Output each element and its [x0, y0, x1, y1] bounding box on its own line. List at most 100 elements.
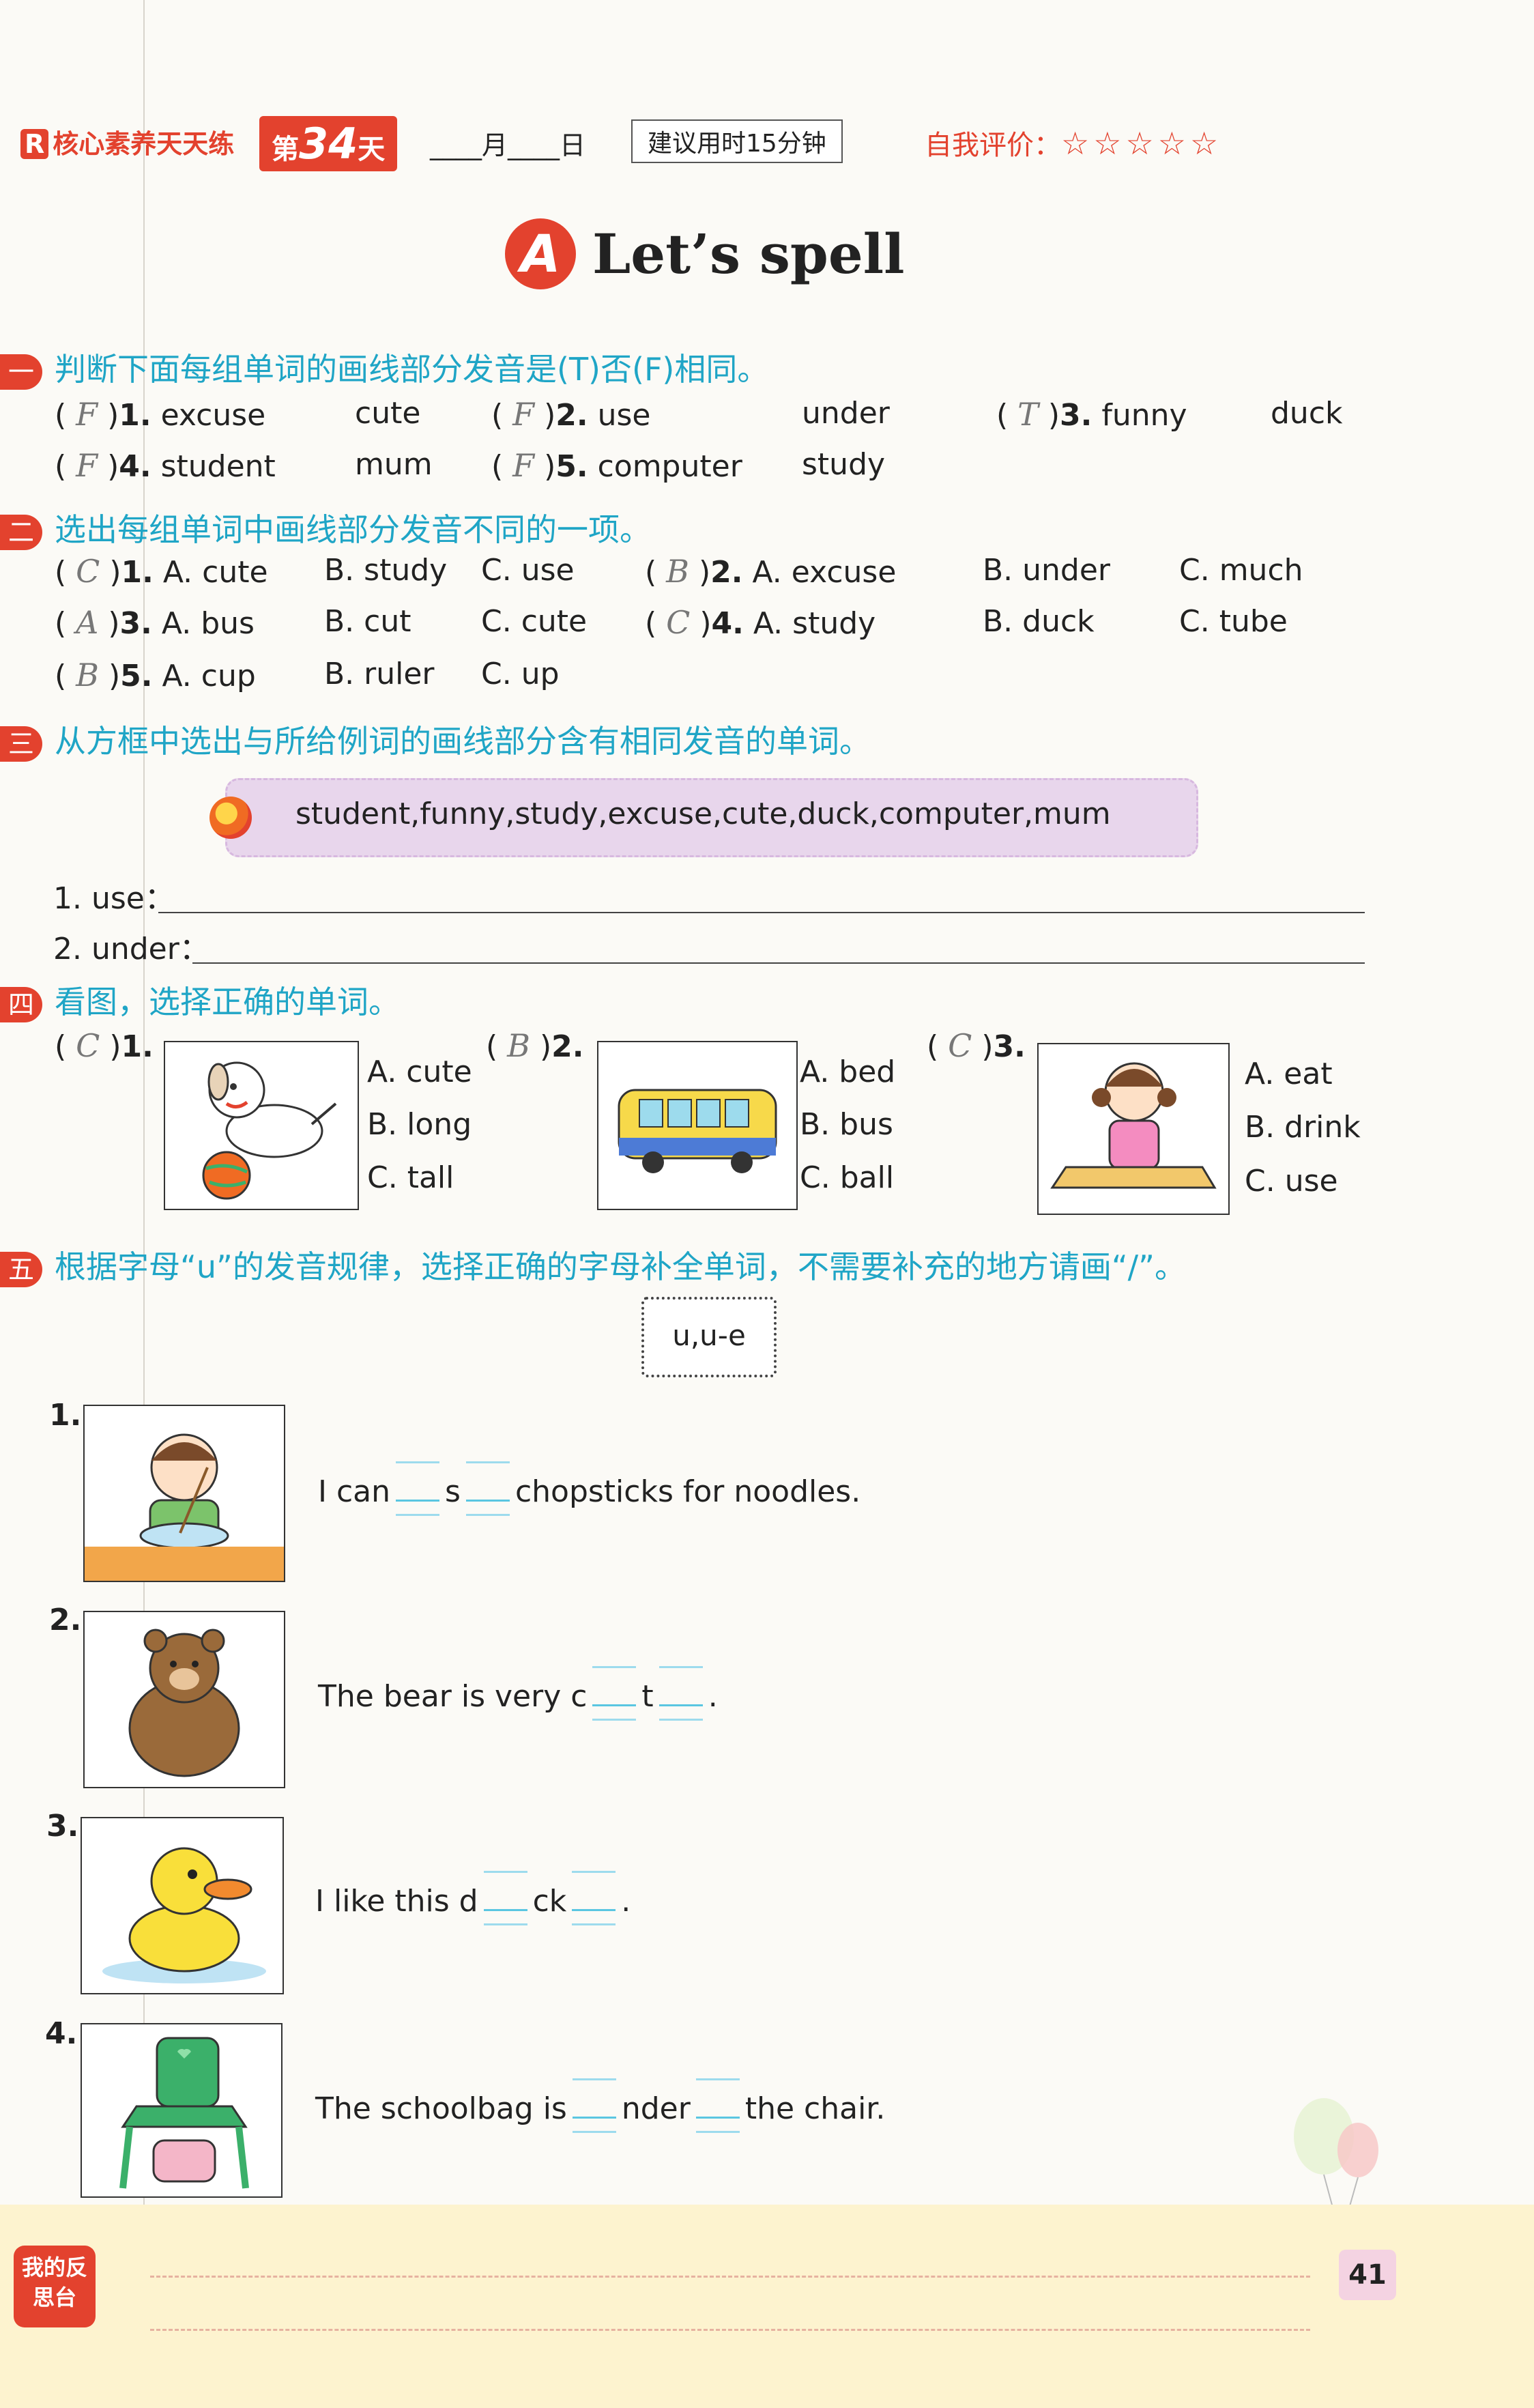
option: C. much: [1179, 553, 1303, 588]
option: C. up: [481, 657, 560, 691]
part1-q2-word2: under: [802, 396, 890, 431]
part1-title: 一判断下面每组单词的画线部分发音是(T)否(F)相同。: [0, 345, 768, 390]
item-number: 3.: [46, 1809, 79, 1844]
option: C. cute: [481, 604, 588, 639]
answer[interactable]: F: [512, 447, 534, 484]
brand-badge: R: [20, 129, 49, 159]
option: A. eat: [1245, 1057, 1333, 1091]
letter-blank[interactable]: [592, 1666, 637, 1721]
option: C. use: [1245, 1164, 1338, 1199]
part2-q2: ( B )2. A. excuse: [645, 553, 897, 590]
part1-q4: ( F )4. student: [55, 447, 276, 484]
star-rating[interactable]: ☆☆☆☆☆: [1061, 125, 1222, 162]
part3-q1-label: 1. use：: [53, 881, 175, 916]
chair-image: [81, 2023, 283, 2198]
option: C. ball: [800, 1160, 895, 1195]
answer[interactable]: C: [76, 553, 100, 590]
item-number: 1.: [49, 1398, 82, 1433]
dog-image: [164, 1041, 359, 1210]
brand-text: 核心素养天天练: [53, 129, 235, 159]
section-a-header: A Let’s spell: [505, 218, 905, 289]
dog-icon: [202, 1061, 337, 1200]
option: C. tube: [1179, 604, 1288, 639]
item-number: 2.: [49, 1603, 82, 1637]
option: B. study: [324, 553, 448, 588]
reflection-line[interactable]: [150, 2276, 1310, 2278]
day-badge: 第34天: [259, 116, 398, 171]
self-rating: 自我评价：☆☆☆☆☆: [925, 125, 1223, 162]
option: B. cut: [324, 604, 411, 639]
bear-icon: [128, 1629, 240, 1777]
date-field: ____月____日: [430, 130, 586, 160]
letter-blank[interactable]: [572, 2078, 616, 2133]
part2-q5: ( B )5. A. cup: [55, 657, 256, 693]
answer[interactable]: B: [76, 657, 99, 693]
footer-band: [0, 2205, 1534, 2408]
part2-q4: ( C )4. A. study: [645, 604, 876, 641]
part1-q5-word2: study: [802, 447, 886, 482]
option: B. drink: [1245, 1110, 1361, 1145]
part3-q2-label: 2. under：: [53, 932, 209, 966]
sentence-3: I like this d ck.: [315, 1871, 631, 1925]
part4-q2: ( B )2.: [486, 1027, 584, 1064]
part2-q1: ( C )1. A. cute: [55, 553, 268, 590]
answer-line[interactable]: [192, 962, 1365, 964]
answer[interactable]: F: [76, 396, 98, 433]
bear-image: [83, 1611, 285, 1788]
letter-blank[interactable]: [659, 1666, 703, 1721]
bus-image: [597, 1041, 798, 1210]
girl-cutting-image: [1037, 1043, 1230, 1215]
part2-title: 二选出每组单词中画线部分发音不同的一项。: [0, 505, 651, 550]
answer[interactable]: B: [507, 1027, 530, 1064]
page-number: 41: [1339, 2250, 1396, 2300]
part2-q3: ( A )3. A. bus: [55, 604, 255, 641]
letter-options-box: u,u-e: [641, 1297, 777, 1377]
answer[interactable]: C: [76, 1027, 100, 1064]
suggested-time: 建议用时15分钟: [631, 119, 843, 163]
duck-image: [81, 1817, 284, 1994]
letter-blank[interactable]: [695, 2078, 740, 2133]
option: B. under: [983, 553, 1111, 588]
sentence-4: The schoolbag is nder the chair.: [315, 2078, 886, 2133]
sentence-1: I can s chopsticks for noodles.: [318, 1461, 861, 1516]
chair-icon: [119, 2037, 249, 2189]
answer[interactable]: A: [76, 604, 98, 641]
reflection-label: 我的反思台: [14, 2246, 96, 2327]
option: A. cute: [367, 1055, 472, 1089]
section-a-badge: A: [505, 218, 576, 289]
sentence-2: The bear is very ct.: [318, 1666, 718, 1721]
brand: R 核心素养天天练: [20, 123, 234, 160]
section-a-title: Let’s spell: [592, 222, 905, 286]
reflection-line[interactable]: [150, 2329, 1310, 2331]
answer[interactable]: F: [76, 447, 98, 484]
answer[interactable]: B: [666, 553, 689, 590]
answer[interactable]: C: [948, 1027, 972, 1064]
answer[interactable]: T: [1017, 396, 1039, 433]
part4-q3: ( C )3.: [927, 1027, 1026, 1064]
letter-blank[interactable]: [572, 1871, 616, 1925]
answer[interactable]: C: [666, 604, 690, 641]
part4-q1: ( C )1.: [55, 1027, 154, 1064]
letter-blank[interactable]: [483, 1871, 527, 1925]
option: B. bus: [800, 1107, 893, 1142]
worksheet-page: R 核心素养天天练 第34天 ____月____日 建议用时15分钟 自我评价：☆…: [0, 0, 1534, 2408]
part5-title: 五根据字母“u”的发音规律，选择正确的字母补全单词，不需要补充的地方请画“/”。: [0, 1242, 1186, 1287]
part4-title: 四看图，选择正确的单词。: [0, 977, 400, 1022]
option: B. long: [367, 1107, 472, 1142]
duck-icon: [102, 1847, 266, 1983]
part1-q3-word2: duck: [1271, 396, 1343, 431]
word-bank: student,funny,study,excuse,cute,duck,com…: [209, 778, 1198, 857]
option: C. use: [481, 553, 575, 588]
item-number: 4.: [45, 2016, 78, 2051]
word-bank-text: student,funny,study,excuse,cute,duck,com…: [295, 797, 1111, 831]
letter-blank[interactable]: [465, 1461, 510, 1516]
answer[interactable]: F: [512, 396, 534, 433]
letter-blank[interactable]: [396, 1461, 440, 1516]
part3-title: 三从方框中选出与所给例词的画线部分含有相同发音的单词。: [0, 717, 871, 762]
candy-icon: [209, 797, 252, 839]
answer-line[interactable]: [158, 912, 1365, 913]
boy-eating-icon: [85, 1433, 284, 1581]
part1-q3: ( T )3. funny: [996, 396, 1187, 433]
bus-icon: [618, 1089, 777, 1173]
part1-q5: ( F )5. computer: [491, 447, 742, 484]
